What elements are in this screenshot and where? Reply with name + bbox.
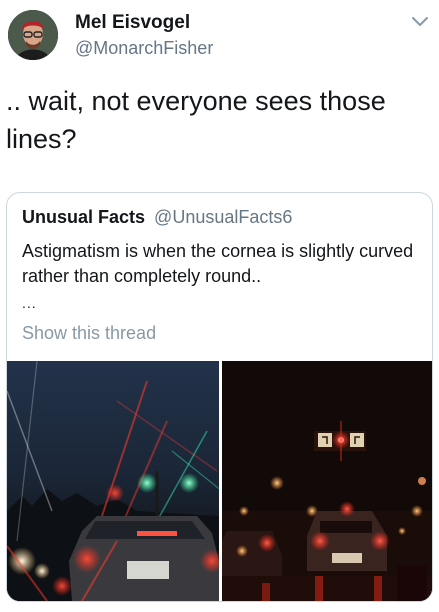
- author-display-name[interactable]: Mel Eisvogel: [75, 12, 190, 34]
- night-traffic-starburst-photo[interactable]: [7, 361, 219, 601]
- show-thread-link[interactable]: Show this thread: [22, 323, 156, 344]
- tweet-text: .. wait, not everyone sees those lines?: [6, 86, 386, 154]
- quoted-tweet-text: Astigmatism is when the cornea is slight…: [22, 241, 414, 286]
- avatar[interactable]: [8, 10, 58, 60]
- chevron-down-icon[interactable]: [409, 10, 431, 32]
- traffic-light-night-photo[interactable]: [222, 361, 432, 601]
- tweet: Mel Eisvogel @MonarchFisher .. wait, not…: [0, 0, 439, 612]
- media-grid: [7, 361, 432, 601]
- quoted-author-handle: @UnusualFacts6: [154, 207, 293, 227]
- quoted-author-display-name: Unusual Facts: [22, 207, 146, 227]
- quoted-tweet-header: Unusual Facts @UnusualFacts6: [22, 207, 292, 228]
- quoted-tweet-card[interactable]: Unusual Facts @UnusualFacts6 Astigmatism…: [6, 192, 433, 602]
- quoted-tweet-ellipsis: ...: [22, 295, 37, 311]
- author-handle[interactable]: @MonarchFisher: [75, 38, 213, 59]
- avatar-image: [8, 10, 58, 60]
